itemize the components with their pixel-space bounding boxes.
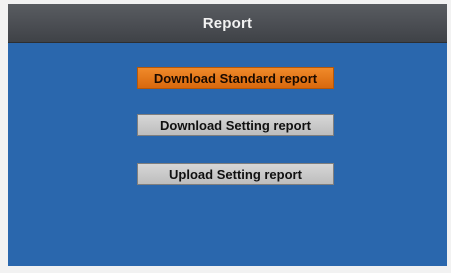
download-setting-report-label: Download Setting report — [160, 117, 311, 133]
download-standard-report-button[interactable]: Download Standard report — [137, 67, 334, 89]
report-screen: Report Download Standard report Download… — [8, 4, 447, 266]
title-bar: Report — [8, 4, 447, 43]
upload-setting-report-label: Upload Setting report — [169, 166, 302, 182]
upload-setting-report-button[interactable]: Upload Setting report — [137, 163, 334, 185]
download-standard-report-label: Download Standard report — [153, 70, 318, 86]
download-setting-report-button[interactable]: Download Setting report — [137, 114, 334, 136]
device-frame: Report Download Standard report Download… — [0, 0, 451, 273]
screen-title: Report — [202, 14, 253, 32]
